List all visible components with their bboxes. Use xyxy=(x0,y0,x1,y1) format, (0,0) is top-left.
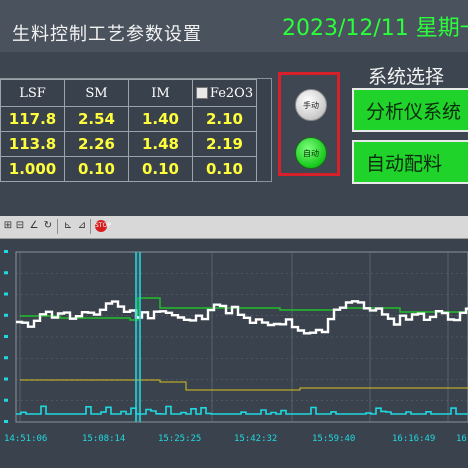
y-axis-tick xyxy=(4,377,8,381)
parameter-table: LSF SM IM Fe2O3 117.8 2.54 1.40 2.10 113… xyxy=(0,79,257,182)
x-tick-label: 16:33 xyxy=(456,434,468,444)
value-cell[interactable]: 2.19 xyxy=(192,131,257,157)
column-header-im: IM xyxy=(128,79,193,107)
table-row: 113.8 2.26 1.48 2.19 xyxy=(0,131,257,157)
manual-mode-button[interactable]: 手动 xyxy=(295,89,327,121)
x-tick-label: 15:42:32 xyxy=(234,434,277,444)
auto-dosing-button[interactable]: 自动配料 xyxy=(352,140,468,184)
x-tick-label: 15:59:40 xyxy=(312,434,355,444)
table-header-row: LSF SM IM Fe2O3 xyxy=(0,79,257,107)
x-tick-label: 16:16:49 xyxy=(392,434,435,444)
value-cell[interactable]: 0.10 xyxy=(64,156,129,182)
trend-chart: 14:51:06 15:08:14 15:25:25 15:42:32 15:59:40… xyxy=(4,250,468,444)
x-tick-label: 15:25:25 xyxy=(158,434,201,444)
mode-selector: 手动 自动 xyxy=(278,72,340,176)
analyzer-system-button[interactable]: 分析仪系统 xyxy=(352,88,468,132)
x-tick-label: 15:08:14 xyxy=(82,434,125,444)
value-cell[interactable]: 2.54 xyxy=(64,106,129,132)
stop-icon[interactable]: STOP xyxy=(95,220,111,232)
value-cell[interactable]: 1.48 xyxy=(128,131,193,157)
y-axis-tick xyxy=(4,420,8,423)
value-cell[interactable]: 2.26 xyxy=(64,131,129,157)
y-axis-tick xyxy=(4,313,8,317)
y-axis-tick xyxy=(4,356,8,360)
toolbar-divider xyxy=(90,219,91,234)
system-select-title: 系统选择 xyxy=(368,66,445,88)
page-title: 生料控制工艺参数设置 xyxy=(12,24,202,45)
value-cell[interactable]: 0.10 xyxy=(192,156,257,182)
x-tick-label: 14:51:06 xyxy=(4,434,47,444)
refresh-icon[interactable]: ↻ xyxy=(42,220,54,232)
toolbar-divider xyxy=(57,219,58,234)
fe2o3-label: Fe2O3 xyxy=(209,85,254,101)
y-axis-tick xyxy=(4,292,8,296)
y-axis-tick xyxy=(4,335,8,338)
column-header-lsf: LSF xyxy=(0,79,65,107)
value-cell[interactable]: 1.000 xyxy=(0,156,65,182)
auto-mode-button[interactable]: 自动 xyxy=(295,137,327,169)
chart-scale-icon[interactable]: ⊿ xyxy=(76,220,88,232)
zoom-icon[interactable]: ⊟ xyxy=(14,220,26,232)
y-axis-tick xyxy=(4,398,8,402)
column-header-sm: SM xyxy=(64,79,129,107)
checkbox-icon[interactable] xyxy=(195,87,208,99)
parameter-panel: LSF SM IM Fe2O3 117.8 2.54 1.40 2.10 113… xyxy=(0,78,272,182)
table-row: 117.8 2.54 1.40 2.10 xyxy=(0,106,257,132)
table-row: 1.000 0.10 0.10 0.10 xyxy=(0,156,257,182)
chart-toolbar: ⊞ ⊟ ∠ ↻ ⊾ ⊿ STOP xyxy=(0,216,468,239)
header-bar: 生料控制工艺参数设置 2023/12/11 星期一 xyxy=(0,0,468,52)
value-cell[interactable]: 113.8 xyxy=(0,131,65,157)
value-cell[interactable]: 2.10 xyxy=(192,106,257,132)
value-cell[interactable]: 1.40 xyxy=(128,106,193,132)
datetime-display: 2023/12/11 星期一 xyxy=(282,16,468,41)
y-axis-tick xyxy=(4,250,8,253)
value-cell[interactable]: 117.8 xyxy=(0,106,65,132)
y-axis-tick xyxy=(4,271,8,275)
value-cell[interactable]: 0.10 xyxy=(128,156,193,182)
pan-icon[interactable]: ⊞ xyxy=(2,220,14,232)
curve-icon[interactable]: ∠ xyxy=(28,220,40,232)
chart-view-icon[interactable]: ⊾ xyxy=(62,220,74,232)
column-header-fe2o3[interactable]: Fe2O3 xyxy=(192,79,257,107)
